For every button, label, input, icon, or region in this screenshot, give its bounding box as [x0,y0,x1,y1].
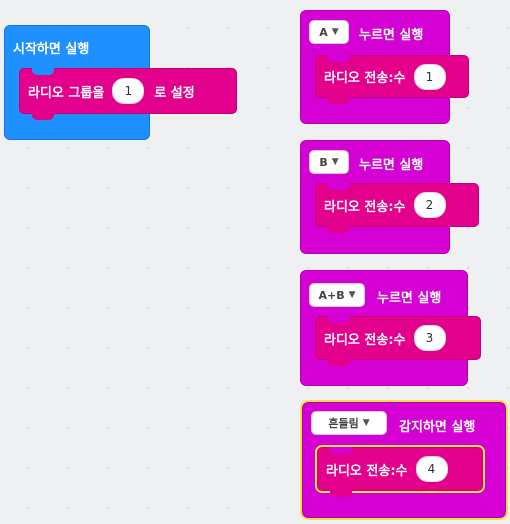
button-dropdown[interactable]: A ▼ [309,20,349,44]
button-event-title: 누르면 실행 [377,291,442,306]
radio-send-number-label: 라디오 전송:수 [324,332,406,348]
caret-down-icon: ▼ [348,290,356,300]
radio-group-input[interactable]: 1 [112,78,145,104]
radio-send-value-input[interactable]: 3 [413,325,446,351]
radio-send-number-block[interactable]: 라디오 전송:수 4 [315,445,485,497]
on-start-block[interactable]: 시작하면 실행 라디오 그룹을 1 로 설정 [4,25,237,140]
block-notch [32,68,54,75]
block-notch [328,97,350,104]
gesture-dropdown-value: 흔들림 [328,417,359,430]
radio-send-number-label: 라디오 전송:수 [324,71,406,86]
block-notch [328,316,350,323]
button-dropdown-value: A+B [318,288,345,302]
radio-send-number-block[interactable]: 라디오 전송:수 3 [315,316,481,366]
radio-send-value-input[interactable]: 1 [413,63,446,90]
block-notch [328,55,350,62]
radio-set-group-block[interactable]: 라디오 그룹을 1 로 설정 [19,68,237,120]
button-dropdown-value: A [319,25,328,39]
radio-send-number-label: 라디오 전송:수 [324,199,406,215]
caret-down-icon: ▼ [331,157,339,167]
on-start-title: 시작하면 실행 [13,42,90,57]
block-notch [328,359,350,366]
caret-down-icon: ▼ [331,27,339,37]
block-notch [32,113,54,120]
block-notch [328,226,350,233]
button-a-event-block[interactable]: A ▼ 누르면 실행 라디오 전송:수 1 [300,10,469,124]
button-ab-event-block[interactable]: A+B ▼ 누르면 실행 라디오 전송:수 3 [300,270,481,386]
radio-set-group-suffix: 로 설정 [154,85,195,101]
radio-send-value-input[interactable]: 2 [413,192,446,218]
button-dropdown[interactable]: A+B ▼ [309,283,365,307]
radio-send-number-block[interactable]: 라디오 전송:수 2 [315,183,479,233]
gesture-dropdown[interactable]: 흔들림 ▼ [311,411,387,435]
radio-send-number-block[interactable]: 라디오 전송:수 1 [315,55,469,104]
gesture-event-title: 감지하면 실행 [399,420,476,435]
block-notch [328,183,350,190]
button-event-title: 누르면 실행 [359,28,424,43]
button-dropdown-value: B [319,155,328,169]
block-notch [330,447,352,454]
block-notch [330,490,352,497]
caret-down-icon: ▼ [362,418,370,428]
button-event-title: 누르면 실행 [359,158,424,173]
radio-send-value-input[interactable]: 4 [415,456,448,482]
gesture-event-block[interactable]: 흔들림 ▼ 감지하면 실행 라디오 전송:수 4 [300,400,508,520]
button-dropdown[interactable]: B ▼ [309,150,349,174]
radio-set-group-label: 라디오 그룹을 [28,85,105,101]
radio-send-number-label: 라디오 전송:수 [326,463,408,479]
button-b-event-block[interactable]: B ▼ 누르면 실행 라디오 전송:수 2 [300,140,479,254]
